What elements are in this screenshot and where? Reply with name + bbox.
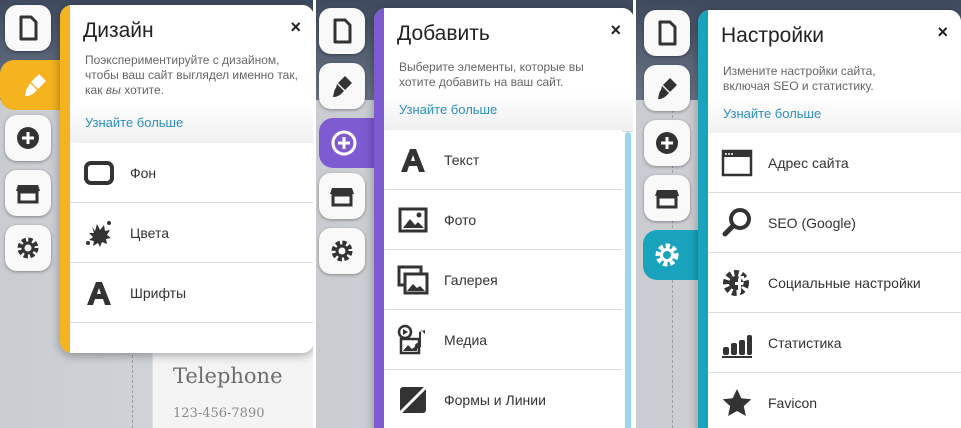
list-item-background[interactable]: Фон <box>70 143 314 203</box>
list-item-seo[interactable]: SEO (Google) <box>708 193 961 253</box>
list-item-label: Фон <box>130 164 157 181</box>
photo-icon <box>396 203 430 237</box>
list-item-label: Медиа <box>444 331 488 348</box>
plus-circle-icon <box>17 127 39 149</box>
learn-more-link[interactable]: Узнайте больше <box>85 115 183 130</box>
panel-accent <box>698 10 708 428</box>
list-item-favicon[interactable]: Favicon <box>708 373 961 428</box>
panel-description: Поэкспериментируйте с дизайном, чтобы ва… <box>85 53 298 97</box>
panel-accent <box>374 8 384 428</box>
pages-button[interactable] <box>5 5 51 51</box>
page-icon <box>19 15 38 41</box>
phone-number: 123-456-7890 <box>173 406 265 421</box>
list-item-label: Формы и Линии <box>444 391 546 408</box>
design-options-list: Фон Цвета Шрифты <box>70 143 314 353</box>
add-button[interactable] <box>644 120 690 166</box>
add-panel: Добавить × Выберите элементы, которые вы… <box>374 8 634 428</box>
add-elements-list: Текст Фото Галерея Медиа Формы и Линии <box>384 130 622 428</box>
store-icon <box>16 185 40 204</box>
brush-icon <box>333 76 352 97</box>
store-button[interactable] <box>5 170 51 216</box>
store-icon <box>655 190 679 209</box>
panel-header: Дизайн × Поэкспериментируйте с дизайном,… <box>70 5 314 147</box>
add-button[interactable] <box>5 115 51 161</box>
list-item-media[interactable]: Медиа <box>384 310 622 370</box>
shapes-icon <box>396 383 430 417</box>
list-item-site-address[interactable]: Адрес сайта <box>708 133 961 193</box>
list-item-label: Шрифты <box>130 284 187 301</box>
background-frame-icon <box>82 156 116 190</box>
list-item-label: Цвета <box>130 224 169 241</box>
paint-splash-icon <box>82 216 116 250</box>
list-item-label: SEO (Google) <box>768 214 856 231</box>
gear-icon <box>331 240 353 262</box>
panel-title: Настройки <box>721 24 824 47</box>
learn-more-link[interactable]: Узнайте больше <box>723 106 821 121</box>
star-icon <box>720 386 754 420</box>
list-item-fonts[interactable]: Шрифты <box>70 263 314 323</box>
settings-options-list: Адрес сайта SEO (Google) Социальные наст… <box>708 133 961 428</box>
store-button[interactable] <box>319 173 365 219</box>
social-gear-icon <box>720 266 754 300</box>
list-item-photo[interactable]: Фото <box>384 190 622 250</box>
page-icon <box>658 20 677 46</box>
add-screenshot: Добавить × Выберите элементы, которые вы… <box>314 0 634 428</box>
plus-circle-icon <box>656 132 678 154</box>
design-screenshot: Telephone 123-456-7890 Дизайн × Поэкспер… <box>0 0 314 428</box>
settings-button[interactable] <box>319 228 365 274</box>
list-item-text[interactable]: Текст <box>384 130 622 190</box>
list-item-gallery[interactable]: Галерея <box>384 250 622 310</box>
font-a-icon <box>82 276 116 310</box>
close-button[interactable]: × <box>290 17 301 38</box>
pages-button[interactable] <box>644 10 690 56</box>
list-scrollbar[interactable] <box>625 132 631 428</box>
close-button[interactable]: × <box>937 22 948 43</box>
media-icon <box>396 323 430 357</box>
settings-screenshot: Настройки × Измените настройки сайта, вк… <box>634 0 961 428</box>
pages-button[interactable] <box>319 8 365 54</box>
store-icon <box>330 188 354 207</box>
panel-header: Настройки × Измените настройки сайта, вк… <box>708 10 961 138</box>
gear-icon <box>655 243 679 267</box>
list-item-shapes[interactable]: Формы и Линии <box>384 370 622 428</box>
list-item-social-settings[interactable]: Социальные настройки <box>708 253 961 313</box>
design-button[interactable] <box>644 65 690 111</box>
panel-description: Выберите элементы, которые вы хотите доб… <box>399 60 584 89</box>
text-a-icon <box>396 143 430 177</box>
list-item-label: Статистика <box>768 334 842 351</box>
telephone-heading: Telephone <box>173 364 283 388</box>
page-icon <box>333 18 352 44</box>
settings-panel: Настройки × Измените настройки сайта, вк… <box>698 10 961 428</box>
panel-description: Измените настройки сайта, включая SEO и … <box>723 64 876 93</box>
panel-title: Добавить <box>397 22 490 45</box>
panel-title: Дизайн <box>83 19 154 42</box>
divider <box>633 0 636 428</box>
store-button[interactable] <box>644 175 690 221</box>
list-item-label: Favicon <box>768 394 818 411</box>
list-item-colors[interactable]: Цвета <box>70 203 314 263</box>
panel-header: Добавить × Выберите элементы, которые вы… <box>384 8 634 132</box>
list-item-label: Галерея <box>444 271 498 288</box>
bar-stats-icon <box>720 326 754 360</box>
learn-more-link[interactable]: Узнайте больше <box>399 102 497 117</box>
close-button[interactable]: × <box>610 20 621 41</box>
brush-icon <box>25 74 46 96</box>
settings-button[interactable] <box>5 225 51 271</box>
magnifier-icon <box>720 206 754 240</box>
divider <box>313 0 316 428</box>
list-item-label: Фото <box>444 211 477 228</box>
list-item-label: Адрес сайта <box>768 154 849 171</box>
brush-icon <box>658 78 677 99</box>
gear-icon <box>17 237 39 259</box>
browser-window-icon <box>720 146 754 180</box>
panel-accent <box>60 5 70 353</box>
list-item-label: Социальные настройки <box>768 274 921 291</box>
plus-circle-icon <box>331 130 357 156</box>
list-item-label: Текст <box>444 151 480 168</box>
design-panel: Дизайн × Поэкспериментируйте с дизайном,… <box>60 5 314 353</box>
gallery-icon <box>396 263 430 297</box>
list-item-statistics[interactable]: Статистика <box>708 313 961 373</box>
design-button[interactable] <box>319 63 365 109</box>
